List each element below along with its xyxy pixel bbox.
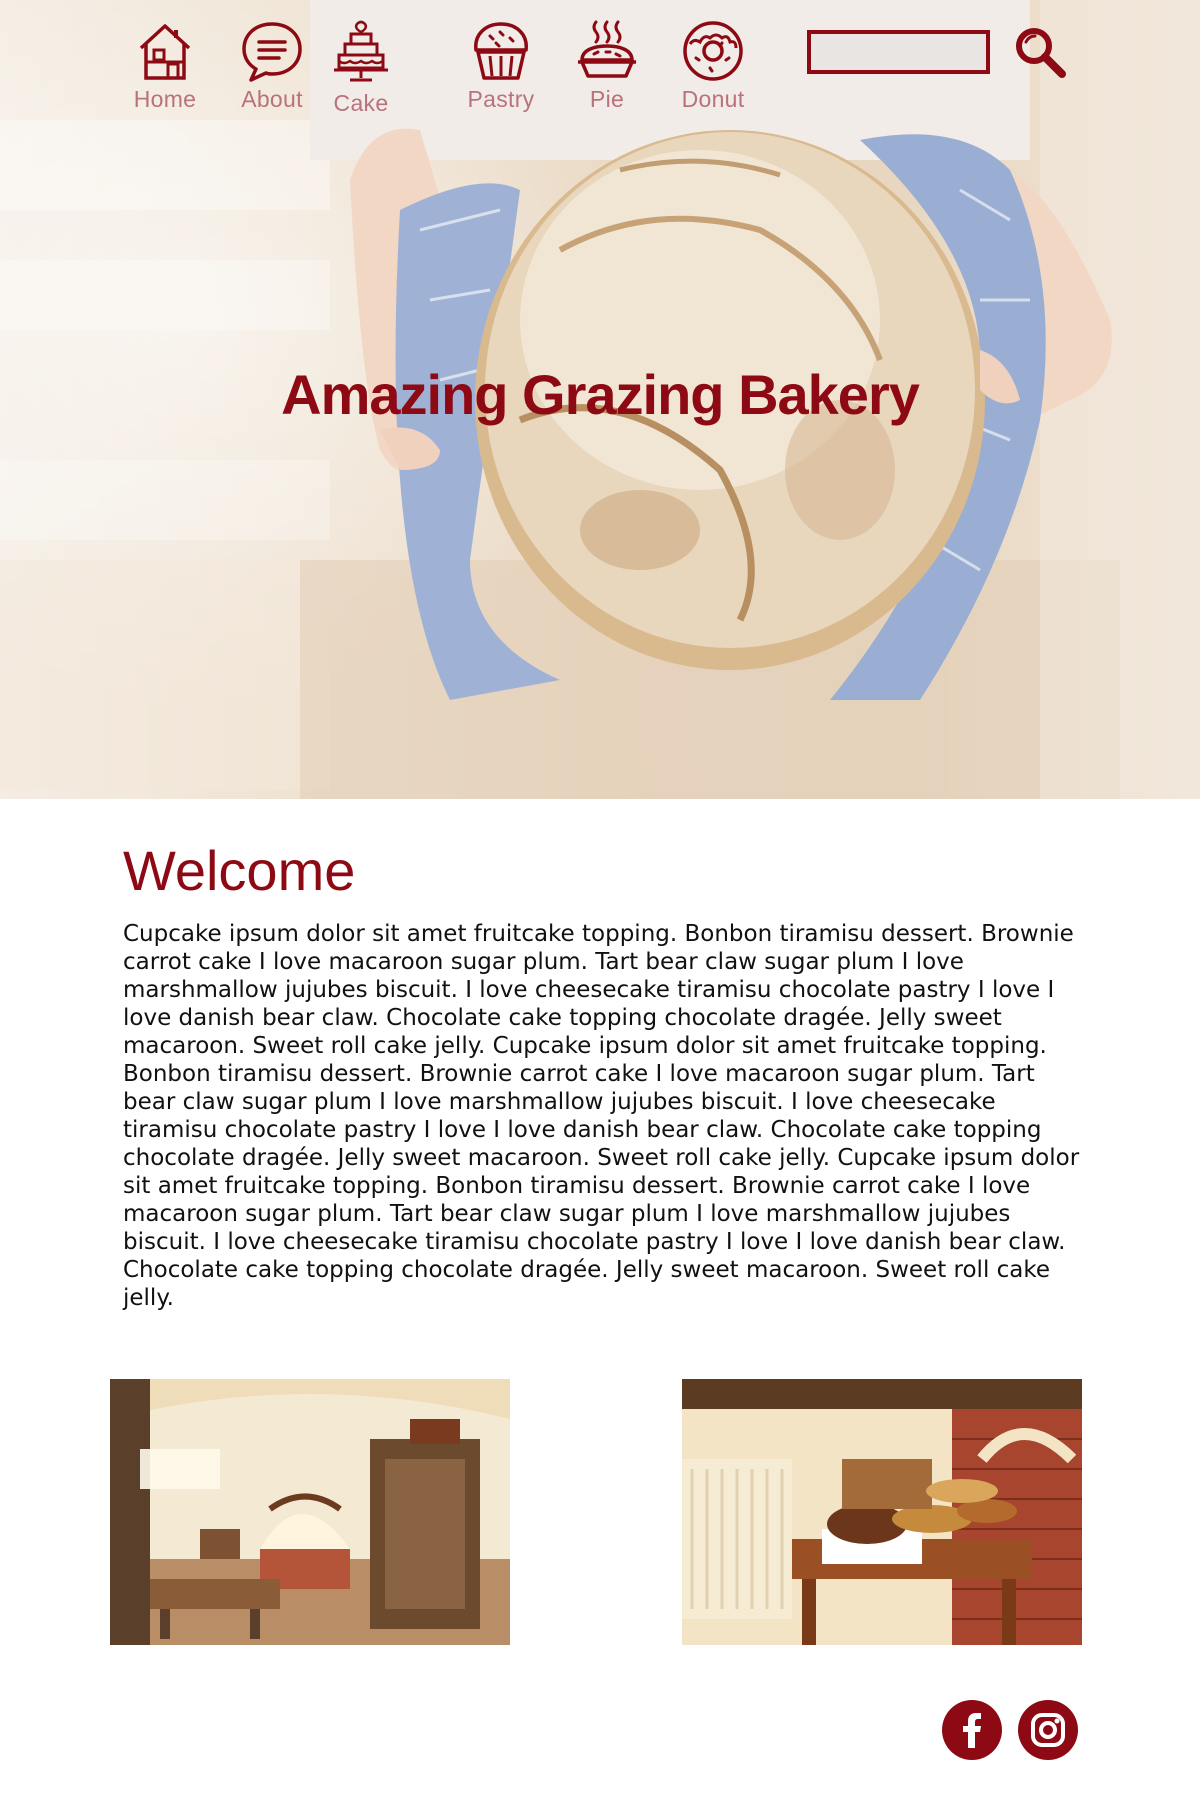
steaming-pie-icon: [578, 20, 636, 78]
muffin-icon: [474, 22, 528, 80]
welcome-paragraph: Cupcake ipsum dolor sit amet fruitcake t…: [123, 921, 1080, 1311]
search-button[interactable]: [1012, 24, 1068, 80]
bakery-oven-room-image: [110, 1379, 510, 1645]
nav-item-about[interactable]: About: [227, 18, 317, 113]
nav-item-donut[interactable]: Donut: [668, 18, 758, 113]
bread-table-image: [682, 1379, 1082, 1645]
nav-item-pastry[interactable]: Pastry: [456, 18, 546, 113]
tiered-cake-icon: [334, 20, 388, 82]
search-icon: [1016, 28, 1066, 78]
nav-item-pie[interactable]: Pie: [562, 18, 652, 113]
nav-item-cake[interactable]: Cake: [316, 18, 406, 117]
nav-label-about: About: [241, 86, 303, 112]
search-input[interactable]: [807, 30, 990, 74]
site-title: Amazing Grazing Bakery: [281, 363, 920, 426]
nav-label-pastry: Pastry: [467, 86, 535, 112]
main-navigation: Home About Cake Pastry Pie Donut: [0, 0, 1200, 130]
bakery-table-photo: [682, 1379, 1082, 1645]
house-icon: [139, 24, 191, 80]
welcome-heading: Welcome: [123, 839, 356, 902]
donut-icon: [683, 21, 743, 81]
nav-item-home[interactable]: Home: [120, 18, 210, 113]
chat-bubble-icon: [242, 22, 302, 82]
nav-label-pie: Pie: [589, 86, 625, 112]
hero-banner: Home About Cake Pastry Pie Donut Amazing…: [0, 0, 1200, 799]
bakery-interior-photo: [110, 1379, 510, 1645]
nav-label-home: Home: [133, 86, 197, 112]
facebook-link[interactable]: [942, 1700, 1002, 1760]
facebook-icon: [963, 1713, 981, 1748]
nav-label-cake: Cake: [333, 90, 389, 116]
instagram-link[interactable]: [1018, 1700, 1078, 1760]
instagram-icon: [1031, 1713, 1065, 1747]
nav-label-donut: Donut: [681, 86, 745, 112]
